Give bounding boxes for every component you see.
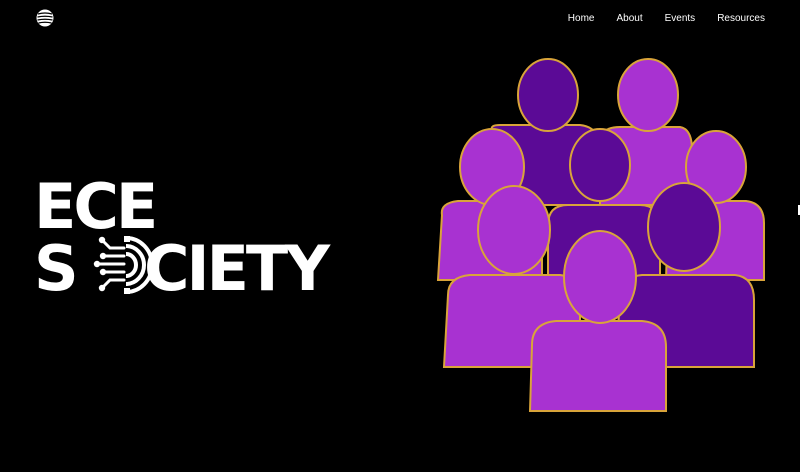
hero-title-line-1: ECE	[34, 170, 158, 243]
hero-title-line-2: CIETY	[144, 232, 330, 305]
nav-events-link[interactable]: Events	[665, 13, 696, 24]
nav-home-link[interactable]: Home	[568, 13, 595, 24]
circuit-globe-icon[interactable]	[36, 9, 54, 27]
people-group-illustration	[436, 58, 765, 412]
main-nav: Home About Events Resources	[546, 13, 765, 24]
nav-resources-link[interactable]: Resources	[717, 13, 765, 24]
page: Home About Events Resources ECE S CIETY	[0, 0, 800, 472]
hero-title-letter-s: S	[34, 232, 79, 305]
nav-about-link[interactable]: About	[616, 13, 642, 24]
hero-title: ECE S CIETY	[34, 176, 374, 306]
